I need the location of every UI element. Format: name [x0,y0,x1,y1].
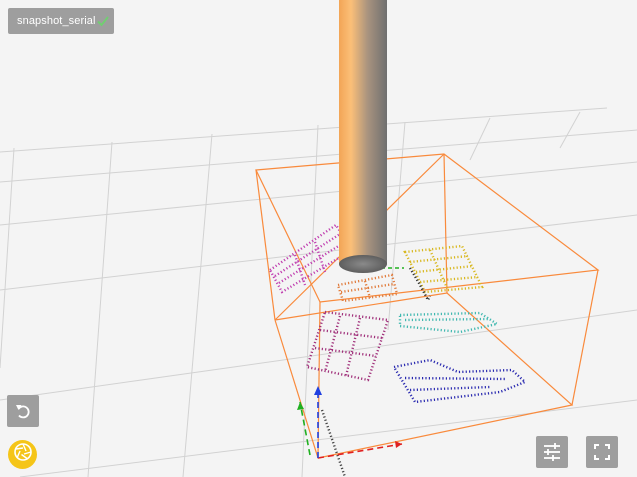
check-icon [96,14,110,28]
snapshot-label: snapshot_serial [8,8,114,34]
fullscreen-button[interactable] [586,436,618,468]
cloud-blue [392,358,528,404]
point-clouds [268,223,528,477]
camera-shutter-icon [13,442,33,467]
cloud-teal [398,311,501,334]
cylinder [339,0,387,273]
snapshot-name: snapshot_serial [17,15,96,27]
fullscreen-icon [593,443,611,461]
settings-button[interactable] [536,436,568,468]
x-axis [317,443,403,459]
reset-view-button[interactable] [7,395,39,427]
bounding-box [255,153,600,459]
3d-viewport[interactable] [0,0,637,477]
axes-gizmo [297,267,404,459]
cloud-stripe [320,409,347,477]
sliders-icon [541,441,563,463]
capture-button[interactable] [8,440,37,469]
cloud-dark [408,267,432,303]
reset-view-icon [13,401,33,421]
